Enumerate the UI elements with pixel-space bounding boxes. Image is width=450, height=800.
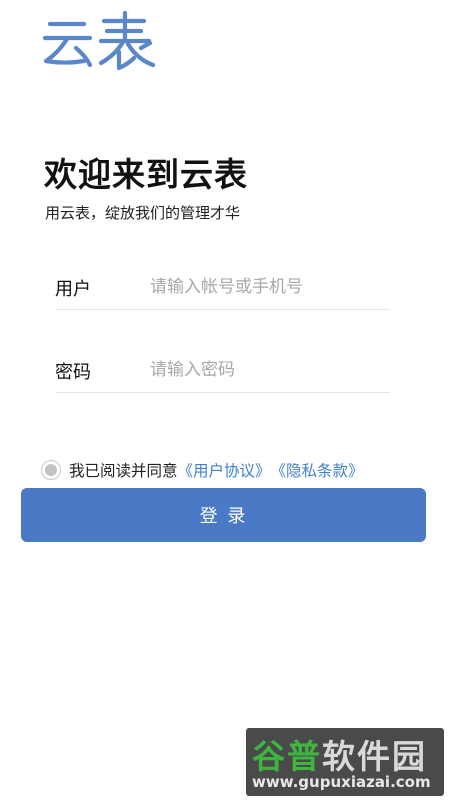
watermark-title: 谷普软件园	[252, 730, 427, 778]
yunbiao-logo	[40, 8, 162, 74]
login-button[interactable]: 登 录	[21, 488, 426, 542]
agreement-text: 我已阅读并同意	[69, 462, 178, 480]
password-row: 密码	[55, 349, 390, 393]
user-agreement-link[interactable]: 《用户协议》	[178, 459, 271, 481]
agreement-radio[interactable]	[41, 460, 61, 480]
welcome-subtitle: 用云表，绽放我们的管理才华	[45, 204, 241, 222]
logo-graphic	[42, 10, 156, 71]
watermark-url: www.gupuxiazai.com	[252, 773, 431, 791]
password-label: 密码	[55, 362, 91, 383]
username-label: 用户	[55, 279, 91, 300]
password-input[interactable]	[150, 355, 385, 385]
login-screen: 欢迎来到云表 用云表，绽放我们的管理才华 用户 密码 我已阅读并同意 《用户协议…	[0, 0, 450, 800]
agreement-row: 我已阅读并同意 《用户协议》 《隐私条款》	[41, 459, 364, 481]
watermark-title-part1: 谷普	[252, 737, 322, 776]
welcome-title: 欢迎来到云表	[44, 155, 248, 194]
watermark: 谷普软件园 www.gupuxiazai.com	[246, 728, 444, 796]
username-row: 用户	[55, 266, 390, 310]
username-input[interactable]	[150, 272, 385, 302]
radio-dot-icon	[45, 464, 57, 476]
privacy-policy-link[interactable]: 《隐私条款》	[271, 459, 364, 481]
watermark-title-part2: 软件园	[322, 737, 427, 776]
